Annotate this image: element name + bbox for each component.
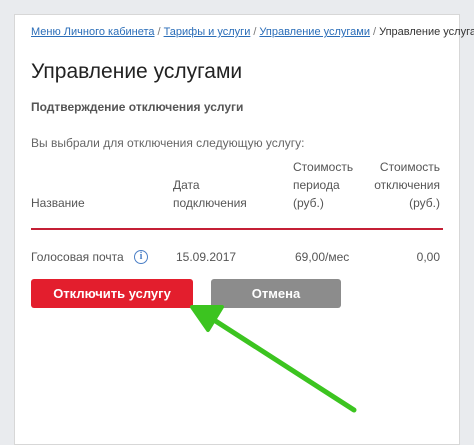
cell-service-name: Голосовая почта — [31, 250, 124, 264]
cell-disconnect-cost: 0,00 — [416, 250, 440, 264]
header-off-cost: Стоимость отключения (руб.) — [355, 158, 440, 212]
breadcrumb-link-tariffs[interactable]: Тарифы и услуги — [164, 26, 251, 38]
cell-connection-date: 15.09.2017 — [176, 250, 237, 264]
header-name: Название — [31, 196, 85, 210]
header-off-line3: (руб.) — [409, 196, 440, 210]
header-period-line2: периода — [293, 178, 340, 192]
disconnect-service-button[interactable]: Отключить услугу — [31, 279, 193, 308]
header-period-line1: Стоимость — [293, 160, 354, 174]
header-date-line2: подключения — [173, 196, 247, 210]
page-subtitle: Подтверждение отключения услуги — [31, 100, 244, 114]
info-icon[interactable]: i — [134, 250, 148, 264]
breadcrumb-separator: / — [253, 26, 257, 38]
intro-text: Вы выбрали для отключения следующую услу… — [31, 136, 305, 150]
page-title: Управление услугами — [31, 60, 243, 83]
header-off-line2: отключения — [374, 178, 440, 192]
breadcrumb-current: Управление услугами — [379, 26, 474, 38]
header-off-line1: Стоимость — [379, 160, 440, 174]
breadcrumb-link-services[interactable]: Управление услугами — [259, 26, 370, 38]
table-header-divider — [31, 228, 443, 230]
breadcrumb-link-cabinet[interactable]: Меню Личного кабинета — [31, 26, 155, 38]
breadcrumb-separator: / — [157, 26, 161, 38]
cancel-button[interactable]: Отмена — [211, 279, 341, 308]
header-date-line1: Дата — [173, 178, 200, 192]
breadcrumb: Меню Личного кабинета / Тарифы и услуги / Уп… — [31, 26, 474, 38]
cell-period-cost: 69,00/мес — [295, 250, 350, 264]
content-card: Меню Личного кабинета / Тарифы и услуги / Уп… — [14, 14, 474, 445]
header-date: Дата подключения — [173, 176, 247, 212]
header-period-cost: Стоимость периода (руб.) — [293, 158, 353, 212]
breadcrumb-separator: / — [373, 26, 377, 38]
header-period-line3: (руб.) — [293, 196, 324, 210]
